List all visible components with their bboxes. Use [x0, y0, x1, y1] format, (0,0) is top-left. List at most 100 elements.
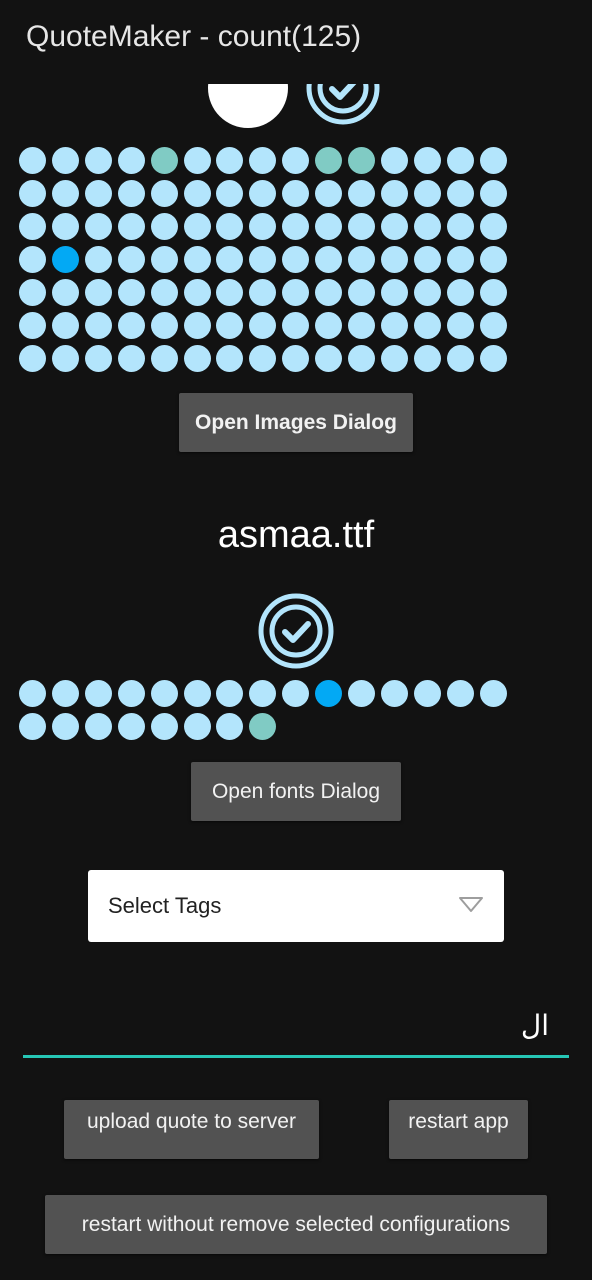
image-option-dot[interactable] — [51, 246, 79, 273]
image-option-dot[interactable] — [479, 213, 507, 240]
font-option-dot[interactable] — [249, 713, 277, 740]
image-option-dot[interactable] — [84, 180, 112, 207]
font-option-dot[interactable] — [84, 713, 112, 740]
image-option-dot[interactable] — [117, 345, 145, 372]
image-option-dot[interactable] — [282, 180, 310, 207]
image-option-dot[interactable] — [150, 147, 178, 174]
image-option-dot[interactable] — [446, 345, 474, 372]
font-option-dot[interactable] — [19, 680, 46, 707]
image-option-dot[interactable] — [19, 180, 46, 207]
image-option-dot[interactable] — [282, 345, 310, 372]
image-option-dot[interactable] — [183, 279, 211, 306]
image-option-dot[interactable] — [19, 147, 46, 174]
image-option-dot[interactable] — [19, 312, 46, 339]
image-option-dot[interactable] — [117, 279, 145, 306]
image-option-dot[interactable] — [51, 279, 79, 306]
image-option-dot[interactable] — [117, 180, 145, 207]
image-option-dot[interactable] — [315, 147, 343, 174]
image-option-dot[interactable] — [216, 246, 244, 273]
image-option-dot[interactable] — [150, 246, 178, 273]
image-option-dot[interactable] — [348, 312, 375, 339]
image-option-dot[interactable] — [249, 345, 277, 372]
image-option-dot[interactable] — [446, 147, 474, 174]
font-option-dot[interactable] — [413, 680, 441, 707]
image-option-dot[interactable] — [413, 312, 441, 339]
image-option-dot[interactable] — [183, 213, 211, 240]
font-option-dot[interactable] — [117, 680, 145, 707]
font-option-dot[interactable] — [216, 713, 244, 740]
image-option-dot[interactable] — [315, 312, 343, 339]
image-option-dot[interactable] — [216, 180, 244, 207]
image-option-dot[interactable] — [282, 312, 310, 339]
image-option-dot[interactable] — [380, 213, 408, 240]
image-option-dot[interactable] — [183, 147, 211, 174]
image-option-dot[interactable] — [282, 147, 310, 174]
image-option-dot[interactable] — [249, 279, 277, 306]
image-option-dot[interactable] — [84, 279, 112, 306]
image-preview[interactable] — [208, 84, 288, 128]
select-tags-dropdown[interactable]: Select Tags — [88, 870, 504, 942]
font-option-dot[interactable] — [216, 680, 244, 707]
font-option-dot[interactable] — [446, 680, 474, 707]
image-option-dot[interactable] — [117, 312, 145, 339]
font-option-dot[interactable] — [183, 713, 211, 740]
image-option-dot[interactable] — [413, 180, 441, 207]
image-option-dot[interactable] — [216, 345, 244, 372]
image-option-dot[interactable] — [479, 246, 507, 273]
image-option-dot[interactable] — [19, 345, 46, 372]
font-option-dot[interactable] — [282, 680, 310, 707]
image-option-dot[interactable] — [183, 345, 211, 372]
image-option-dot[interactable] — [413, 345, 441, 372]
image-option-dot[interactable] — [380, 246, 408, 273]
image-option-dot[interactable] — [348, 345, 375, 372]
image-option-dot[interactable] — [446, 213, 474, 240]
image-option-dot[interactable] — [216, 279, 244, 306]
image-option-dot[interactable] — [413, 279, 441, 306]
image-option-dot[interactable] — [19, 279, 46, 306]
image-option-dot[interactable] — [479, 279, 507, 306]
image-option-dot[interactable] — [51, 213, 79, 240]
image-option-dot[interactable] — [348, 147, 375, 174]
image-option-dot[interactable] — [150, 213, 178, 240]
image-option-dot[interactable] — [249, 213, 277, 240]
quote-text-input[interactable] — [23, 996, 569, 1058]
image-option-dot[interactable] — [413, 246, 441, 273]
restart-keep-config-button[interactable]: restart without remove selected configur… — [45, 1195, 547, 1254]
image-option-dot[interactable] — [348, 279, 375, 306]
image-option-dot[interactable] — [51, 180, 79, 207]
image-option-dot[interactable] — [315, 180, 343, 207]
image-option-dot[interactable] — [315, 345, 343, 372]
image-option-dot[interactable] — [413, 213, 441, 240]
image-option-dot[interactable] — [51, 345, 79, 372]
font-option-dot[interactable] — [51, 713, 79, 740]
image-option-dot[interactable] — [315, 246, 343, 273]
image-option-dot[interactable] — [117, 147, 145, 174]
image-option-dot[interactable] — [84, 246, 112, 273]
image-option-dot[interactable] — [479, 345, 507, 372]
image-option-dot[interactable] — [348, 246, 375, 273]
open-fonts-dialog-button[interactable]: Open fonts Dialog — [191, 762, 401, 821]
image-option-dot[interactable] — [249, 312, 277, 339]
image-option-dot[interactable] — [446, 279, 474, 306]
upload-quote-button[interactable]: upload quote to server — [64, 1100, 319, 1159]
image-option-dot[interactable] — [117, 246, 145, 273]
image-option-dot[interactable] — [282, 246, 310, 273]
image-option-dot[interactable] — [216, 312, 244, 339]
image-option-dot[interactable] — [315, 279, 343, 306]
image-option-dot[interactable] — [84, 345, 112, 372]
image-option-dot[interactable] — [380, 279, 408, 306]
image-option-dot[interactable] — [216, 213, 244, 240]
font-option-dot[interactable] — [150, 713, 178, 740]
image-option-dot[interactable] — [183, 312, 211, 339]
image-option-dot[interactable] — [348, 213, 375, 240]
font-option-dot[interactable] — [479, 680, 507, 707]
image-option-dot[interactable] — [446, 312, 474, 339]
open-images-dialog-button[interactable]: Open Images Dialog — [179, 393, 413, 452]
image-option-dot[interactable] — [380, 345, 408, 372]
image-option-dot[interactable] — [51, 312, 79, 339]
font-option-dot[interactable] — [315, 680, 343, 707]
image-option-dot[interactable] — [19, 246, 46, 273]
image-option-dot[interactable] — [446, 180, 474, 207]
image-option-dot[interactable] — [84, 213, 112, 240]
image-option-dot[interactable] — [315, 213, 343, 240]
